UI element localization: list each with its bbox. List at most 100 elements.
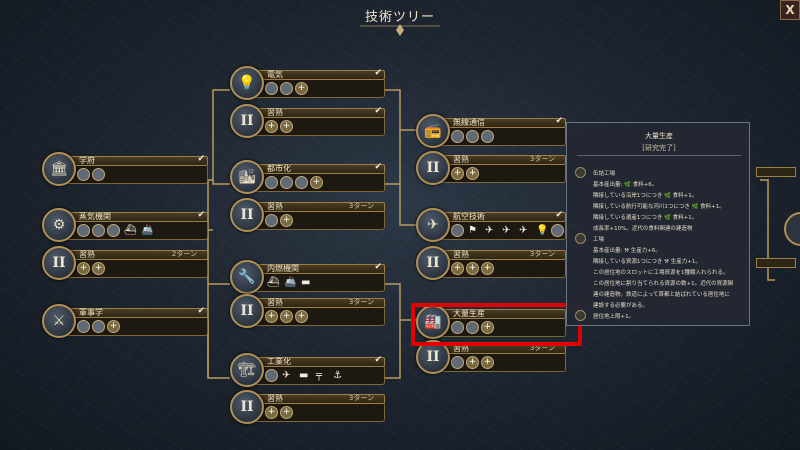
- offscreen-node-bar[interactable]: [756, 258, 796, 268]
- plus-icon[interactable]: +: [451, 262, 464, 275]
- tech-node-academy[interactable]: 学府 ✔ 🏛: [42, 152, 208, 186]
- tech-node-aviation-mastery[interactable]: 習熟 3ターン + + + II: [416, 246, 566, 280]
- plus-icon[interactable]: +: [265, 310, 278, 323]
- plus-icon[interactable]: +: [280, 406, 293, 419]
- unit-flag-icon[interactable]: ⚑: [468, 225, 477, 236]
- node-label: 蒸気機関: [79, 212, 111, 221]
- node-unlocks: ⛴ 🚢: [62, 222, 208, 240]
- unlock-item-icon[interactable]: [92, 168, 105, 181]
- checkmark-icon: ✔: [374, 162, 382, 172]
- unit-rifle-icon[interactable]: ╤: [316, 370, 322, 381]
- tech-node-aviation[interactable]: 航空技術 ✔ ⚑ ✈ ✈ ✈ 💡 ✈: [416, 208, 566, 242]
- plus-icon[interactable]: +: [265, 406, 278, 419]
- tech-node-electricity-mastery[interactable]: 習熟 ✔ + + II: [230, 104, 385, 138]
- node-label: 習熟: [267, 298, 283, 307]
- node-unlocks: + + +: [250, 308, 385, 326]
- plus-icon[interactable]: +: [280, 120, 293, 133]
- tech-node-combustion-mastery[interactable]: 習熟 3ターン + + + II: [230, 294, 385, 328]
- unit-ship2-icon[interactable]: 🚢: [141, 225, 153, 236]
- city-icon[interactable]: 🏙: [230, 160, 264, 194]
- unlock-item-icon[interactable]: [265, 214, 278, 227]
- unit-tank-icon[interactable]: ▬: [299, 370, 308, 381]
- unlock-item-icon[interactable]: [92, 320, 105, 333]
- unit-ship2-icon[interactable]: 🚢: [284, 277, 296, 288]
- tech-node-industrialization[interactable]: 工業化 ✔ ✈ ▬ ╤ ⚓ 🏗: [230, 353, 385, 387]
- tech-node-radio-mastery[interactable]: 習熟 3ターン + + II: [416, 151, 566, 185]
- unlock-item-icon[interactable]: [280, 82, 293, 95]
- node-turns: 3ターン: [348, 298, 374, 306]
- unlock-item-icon[interactable]: [107, 224, 120, 237]
- node-glyph: II: [426, 255, 440, 271]
- plus-icon[interactable]: +: [107, 320, 120, 333]
- unit-ship-icon[interactable]: ⛴: [267, 277, 280, 288]
- node-title-bar: 軍事学 ✔: [62, 306, 208, 318]
- roman-two-icon[interactable]: II: [230, 390, 264, 424]
- unlock-item-icon[interactable]: [451, 356, 464, 369]
- engine-icon[interactable]: 🔧: [230, 260, 264, 294]
- military-icon[interactable]: ⚔: [42, 304, 76, 338]
- unit-ship-icon[interactable]: ⛴: [124, 225, 137, 236]
- plus-icon[interactable]: +: [310, 176, 323, 189]
- unlock-item-icon[interactable]: [295, 176, 308, 189]
- roman-two-icon[interactable]: II: [416, 246, 450, 280]
- unit-plane-icon[interactable]: ✈: [282, 370, 290, 381]
- plus-icon[interactable]: +: [77, 262, 90, 275]
- unlock-item-icon[interactable]: [265, 82, 278, 95]
- tech-node-steam-engine[interactable]: 蒸気機関 ✔ ⛴ 🚢 ⚙: [42, 208, 208, 242]
- radio-icon[interactable]: 📻: [416, 114, 450, 148]
- unit-tank-icon[interactable]: ▬: [301, 277, 310, 288]
- offscreen-node-bar[interactable]: [756, 167, 796, 177]
- unlock-item-icon[interactable]: [265, 176, 278, 189]
- unlock-item-icon[interactable]: [451, 224, 464, 237]
- aviation-icon[interactable]: ✈: [416, 208, 450, 242]
- unlock-item-icon[interactable]: [481, 130, 494, 143]
- roman-two-icon[interactable]: II: [42, 246, 76, 280]
- plus-icon[interactable]: +: [265, 120, 278, 133]
- roman-two-icon[interactable]: II: [416, 151, 450, 185]
- industry-icon[interactable]: 🏗: [230, 353, 264, 387]
- academy-icon[interactable]: 🏛: [42, 152, 76, 186]
- node-title-bar: 蒸気機関 ✔: [62, 210, 208, 222]
- unlock-item-icon[interactable]: [451, 130, 464, 143]
- unlock-item-icon[interactable]: [265, 369, 278, 382]
- tech-node-military-science[interactable]: 軍事学 ✔ + ⚔: [42, 304, 208, 338]
- unlock-item-icon[interactable]: [77, 320, 90, 333]
- plus-icon[interactable]: +: [92, 262, 105, 275]
- unit-plane3-icon[interactable]: ✈: [519, 225, 527, 236]
- unlock-item-icon[interactable]: [466, 130, 479, 143]
- tech-node-radio[interactable]: 無線通信 ✔ 📻: [416, 114, 566, 148]
- unit-anchor-icon[interactable]: ⚓: [333, 370, 342, 381]
- plus-icon[interactable]: +: [295, 310, 308, 323]
- tech-node-industrialization-mastery[interactable]: 習熟 3ターン + + II: [230, 390, 385, 424]
- unlock-item-icon[interactable]: [280, 176, 293, 189]
- plus-icon[interactable]: +: [481, 356, 494, 369]
- roman-two-icon[interactable]: II: [230, 294, 264, 328]
- lightbulb-icon[interactable]: 💡: [230, 66, 264, 100]
- plus-icon[interactable]: +: [481, 262, 494, 275]
- unit-plane-icon[interactable]: ✈: [485, 225, 493, 236]
- tech-node-urbanization-mastery[interactable]: 習熟 3ターン + II: [230, 198, 385, 232]
- node-label: 習熟: [267, 394, 283, 403]
- roman-two-icon[interactable]: II: [230, 104, 264, 138]
- tech-node-mass-mastery[interactable]: 習熟 3ターン + + II: [416, 340, 566, 374]
- plus-icon[interactable]: +: [295, 82, 308, 95]
- unlock-item-icon[interactable]: [92, 224, 105, 237]
- plus-icon[interactable]: +: [280, 310, 293, 323]
- tech-node-urbanization[interactable]: 都市化 ✔ + 🏙: [230, 160, 385, 194]
- plus-icon[interactable]: +: [280, 214, 293, 227]
- plus-icon[interactable]: +: [466, 167, 479, 180]
- steam-engine-icon[interactable]: ⚙: [42, 208, 76, 242]
- unlock-item-icon[interactable]: [77, 168, 90, 181]
- unit-plane2-icon[interactable]: ✈: [502, 225, 510, 236]
- tech-node-steam-mastery[interactable]: 習熟 2ターン + + II: [42, 246, 208, 280]
- plus-icon[interactable]: +: [451, 167, 464, 180]
- node-label: 学府: [79, 156, 95, 165]
- unlock-item-icon[interactable]: [77, 224, 90, 237]
- bulb-icon[interactable]: 💡: [536, 225, 548, 236]
- plus-icon[interactable]: +: [466, 262, 479, 275]
- tech-node-electricity[interactable]: 電気 ✔ + 💡: [230, 66, 385, 100]
- plus-icon[interactable]: +: [466, 356, 479, 369]
- tech-node-combustion[interactable]: 内燃機関 ✔ ⛴ 🚢 ▬ 🔧: [230, 260, 385, 294]
- roman-two-icon[interactable]: II: [230, 198, 264, 232]
- unlock-item-icon[interactable]: [551, 224, 564, 237]
